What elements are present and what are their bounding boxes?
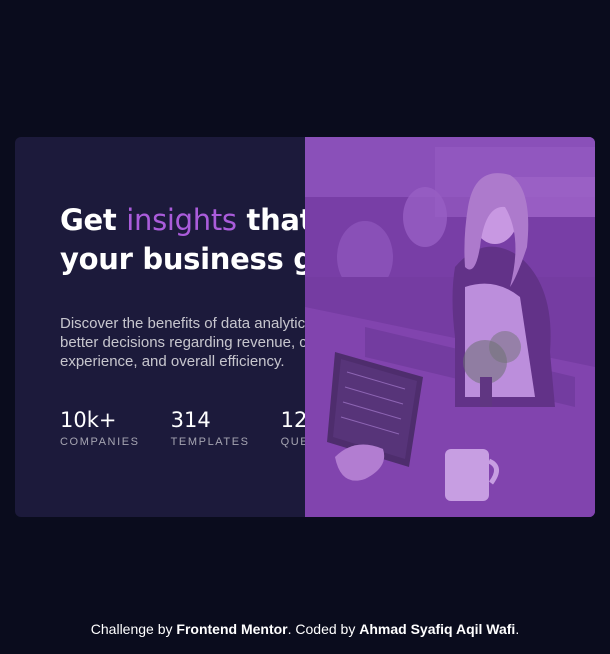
frontend-mentor-link[interactable]: Frontend Mentor [176, 621, 287, 637]
attribution-prefix: Challenge by [90, 621, 177, 637]
attribution-suffix: . [515, 621, 520, 637]
stat-value: 314 [170, 408, 211, 432]
headline-part1: Get [60, 203, 127, 237]
attribution-middle: . Coded by [287, 621, 360, 637]
stats-preview-card: Get insights that help your business gro… [15, 137, 595, 517]
stat-label: COMPANIES [60, 436, 140, 448]
stat-value: 10k+ [60, 408, 117, 432]
attribution: Challenge by Frontend Mentor. Coded by A… [0, 621, 610, 637]
stat-label: TEMPLATES [170, 436, 250, 448]
stat-templates: 314 TEMPLATES [171, 408, 250, 448]
header-image [305, 137, 595, 517]
author-link[interactable]: Ahmad Syafiq Aqil Wafi [359, 621, 515, 637]
headline-accent: insights [126, 203, 237, 237]
stat-companies: 10k+ COMPANIES [60, 408, 140, 448]
